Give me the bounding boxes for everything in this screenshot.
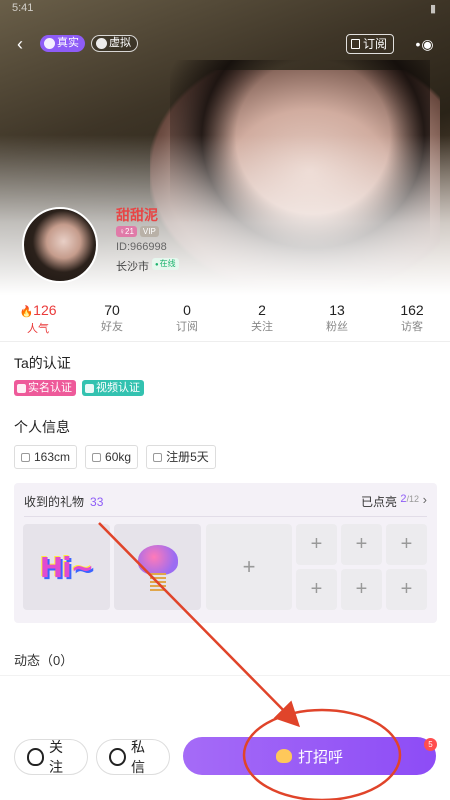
user-badges: ♀21 VIP [116, 226, 159, 237]
username: 甜甜泥 [116, 207, 158, 223]
chat-icon [109, 748, 126, 766]
stat-popularity[interactable]: 🔥126 人气 [8, 302, 68, 337]
chevron-right-icon: › [422, 492, 427, 507]
fire-icon: 🔥 [19, 306, 34, 318]
user-id: ID:966998 [116, 241, 167, 253]
virtual-mode-pill[interactable]: 虚拟 [91, 35, 138, 52]
gifts-title: 收到的礼物 [24, 495, 85, 509]
gifts-header[interactable]: 收到的礼物 33 已点亮 2/12 › [24, 492, 427, 511]
info-tags: 163cm 60kg 注册5天 [14, 445, 216, 469]
gifts-lit-count: 2/12 [400, 493, 419, 505]
gifts-count: 33 [90, 495, 104, 509]
more-dots-icon[interactable]: •◉ [412, 36, 438, 52]
gift-empty-slot[interactable]: + [296, 569, 337, 610]
divider [0, 341, 450, 342]
gift-empty-slot[interactable]: + [296, 524, 337, 565]
greet-button[interactable]: 打招呼 [183, 737, 436, 775]
stat-visitors[interactable]: 162 访客 [382, 302, 442, 335]
registered-tag: 注册5天 [146, 445, 216, 469]
gift-empty-slot[interactable]: + [386, 524, 427, 565]
stat-fans[interactable]: 13 粉丝 [307, 302, 367, 335]
height-tag: 163cm [14, 445, 78, 469]
gift-empty-slot[interactable]: + [206, 524, 292, 610]
vip-badge: VIP [139, 226, 159, 237]
camera-icon [85, 383, 94, 393]
wave-hand-icon [275, 749, 292, 763]
person-icon [17, 383, 26, 393]
message-button[interactable]: 私信 [96, 739, 170, 775]
gift-empty-slot[interactable]: + [341, 524, 382, 565]
arrow-left-icon[interactable]: ‹ [10, 34, 30, 54]
heart-plus-icon [27, 748, 44, 766]
realname-cert-tag: 实名认证 [14, 380, 76, 396]
bookmark-icon [350, 39, 360, 49]
virtual-mode-label: 虚拟 [109, 37, 131, 49]
divider [0, 675, 450, 676]
info-title: 个人信息 [14, 419, 70, 435]
subscribe-button[interactable]: 订阅 [345, 34, 394, 54]
gift-empty-slot[interactable]: + [386, 569, 427, 610]
stat-friends[interactable]: 70 好友 [82, 302, 142, 335]
gift-heart[interactable] [114, 524, 201, 610]
stats-row: 🔥126 人气 70 好友 0 订阅 2 关注 13 粉丝 162 访客 [0, 302, 450, 338]
dynamics-title[interactable]: 动态（0） [14, 650, 73, 669]
scale-icon [92, 452, 102, 462]
weight-tag: 60kg [85, 445, 139, 469]
video-cert-tag: 视频认证 [82, 380, 144, 396]
gifts-panel: 收到的礼物 33 已点亮 2/12 › Hi~ + + + + + + + [14, 483, 437, 623]
cert-title: Ta的认证 [14, 355, 71, 371]
greet-count-badge: 5 [424, 738, 437, 751]
status-time: 5:41 [12, 2, 34, 14]
online-badge: 在线 [152, 258, 179, 270]
cert-tags: 实名认证 视频认证 [14, 380, 144, 396]
stat-subscriptions[interactable]: 0 订阅 [157, 302, 217, 335]
view-mode-segment: 真实 虚拟 [40, 35, 138, 52]
user-city: 长沙市 [116, 261, 149, 273]
gift-hi[interactable]: Hi~ [23, 524, 110, 610]
gift-empty-slot[interactable]: + [341, 569, 382, 610]
heart-gift-icon [128, 537, 188, 597]
battery-icon: ▮ [429, 3, 436, 15]
top-bar: ‹ 真实 虚拟 订阅 •◉ [0, 32, 450, 56]
smile-icon [44, 38, 55, 49]
status-bar: 5:41 ▮ [0, 0, 450, 18]
stat-following[interactable]: 2 关注 [232, 302, 292, 335]
user-icon [153, 452, 163, 462]
subscribe-label: 订阅 [362, 37, 387, 51]
follow-button[interactable]: 关注 [14, 739, 88, 775]
avatar[interactable] [22, 207, 98, 283]
real-mode-pill[interactable]: 真实 [40, 35, 85, 52]
mask-icon [96, 38, 107, 49]
gifts-divider [24, 516, 427, 517]
height-icon [21, 452, 30, 462]
age-badge: ♀21 [116, 226, 137, 237]
real-mode-label: 真实 [57, 37, 79, 49]
gifts-lit-label: 已点亮 [360, 495, 397, 509]
